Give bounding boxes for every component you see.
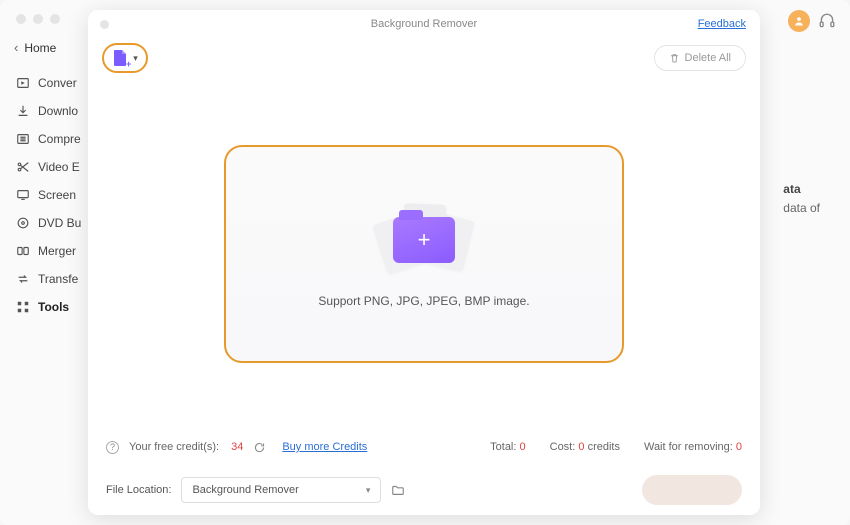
- sidebar-item-tools[interactable]: Tools: [0, 293, 100, 321]
- modal-header: Background Remover Feedback: [88, 10, 760, 38]
- refresh-icon[interactable]: [253, 441, 266, 454]
- main-area: + Support PNG, JPG, JPEG, BMP image.: [88, 78, 760, 429]
- add-file-button[interactable]: + ▾: [102, 43, 148, 73]
- folder-illustration: +: [369, 200, 479, 280]
- background-remover-modal: Background Remover Feedback + ▾ Delete A…: [88, 10, 760, 515]
- sidebar-item-dvd[interactable]: DVD Bu: [0, 209, 100, 237]
- delete-all-button[interactable]: Delete All: [654, 45, 746, 71]
- sidebar-item-label: Video E: [38, 160, 80, 174]
- transfer-icon: [16, 272, 30, 286]
- disc-icon: [16, 216, 30, 230]
- dropzone-text: Support PNG, JPG, JPEG, BMP image.: [318, 294, 529, 308]
- background-panel: ata data of: [783, 180, 820, 218]
- bg-panel-line: data of: [783, 199, 820, 218]
- headset-icon[interactable]: [818, 12, 836, 30]
- merge-icon: [16, 244, 30, 258]
- credits-label: Your free credit(s):: [129, 441, 219, 453]
- sidebar-item-compressor[interactable]: Compre: [0, 125, 100, 153]
- total-stat: Total: 0: [490, 441, 525, 453]
- avatar[interactable]: [788, 10, 810, 32]
- sidebar-item-converter[interactable]: Conver: [0, 69, 100, 97]
- sidebar-item-label: Downlo: [38, 104, 78, 118]
- trash-icon: [669, 53, 680, 64]
- credits-bar: ? Your free credit(s): 34 Buy more Credi…: [88, 429, 760, 465]
- chevron-down-icon: ▾: [366, 485, 371, 496]
- file-location-select[interactable]: Background Remover ▾: [181, 477, 381, 503]
- sidebar-item-label: DVD Bu: [38, 216, 81, 230]
- sidebar-item-label: Compre: [38, 132, 81, 146]
- start-button[interactable]: [642, 475, 742, 505]
- file-location-value: Background Remover: [192, 484, 298, 496]
- sidebar-item-label: Transfe: [38, 272, 78, 286]
- dropzone[interactable]: + Support PNG, JPG, JPEG, BMP image.: [224, 145, 624, 363]
- help-icon[interactable]: ?: [106, 441, 119, 454]
- sidebar-item-video-editor[interactable]: Video E: [0, 153, 100, 181]
- home-label: Home: [24, 41, 56, 55]
- download-icon: [16, 104, 30, 118]
- bg-panel-title: ata: [783, 180, 820, 199]
- compress-icon: [16, 132, 30, 146]
- chevron-down-icon: ▾: [133, 53, 138, 64]
- sidebar-item-screen[interactable]: Screen: [0, 181, 100, 209]
- sidebar-item-label: Screen: [38, 188, 76, 202]
- sidebar-item-transfer[interactable]: Transfe: [0, 265, 100, 293]
- sidebar-item-label: Tools: [38, 300, 69, 314]
- screen-icon: [16, 188, 30, 202]
- credits-value: 34: [231, 441, 243, 453]
- bottom-bar: File Location: Background Remover ▾: [88, 465, 760, 515]
- modal-close-button[interactable]: [100, 20, 109, 29]
- modal-title: Background Remover: [371, 18, 477, 30]
- grid-icon: [16, 300, 30, 314]
- open-folder-button[interactable]: [391, 483, 405, 497]
- sidebar: ‹ Home Conver Downlo Compre Video E Scre…: [0, 0, 100, 525]
- sidebar-item-label: Merger: [38, 244, 76, 258]
- sidebar-item-label: Conver: [38, 76, 77, 90]
- add-file-icon: +: [112, 49, 128, 67]
- scissors-icon: [16, 160, 30, 174]
- sidebar-item-merger[interactable]: Merger: [0, 237, 100, 265]
- converter-icon: [16, 76, 30, 90]
- delete-all-label: Delete All: [685, 52, 731, 64]
- home-button[interactable]: ‹ Home: [0, 36, 100, 59]
- folder-plus-icon: +: [393, 217, 455, 263]
- file-location-label: File Location:: [106, 484, 171, 496]
- cost-stat: Cost: 0 credits: [550, 441, 620, 453]
- wait-stat: Wait for removing: 0: [644, 441, 742, 453]
- buy-credits-link[interactable]: Buy more Credits: [282, 441, 367, 453]
- header-icons: [788, 10, 836, 32]
- feedback-link[interactable]: Feedback: [698, 18, 746, 30]
- sidebar-item-downloader[interactable]: Downlo: [0, 97, 100, 125]
- chevron-left-icon: ‹: [14, 40, 18, 55]
- modal-toolbar: + ▾ Delete All: [88, 38, 760, 78]
